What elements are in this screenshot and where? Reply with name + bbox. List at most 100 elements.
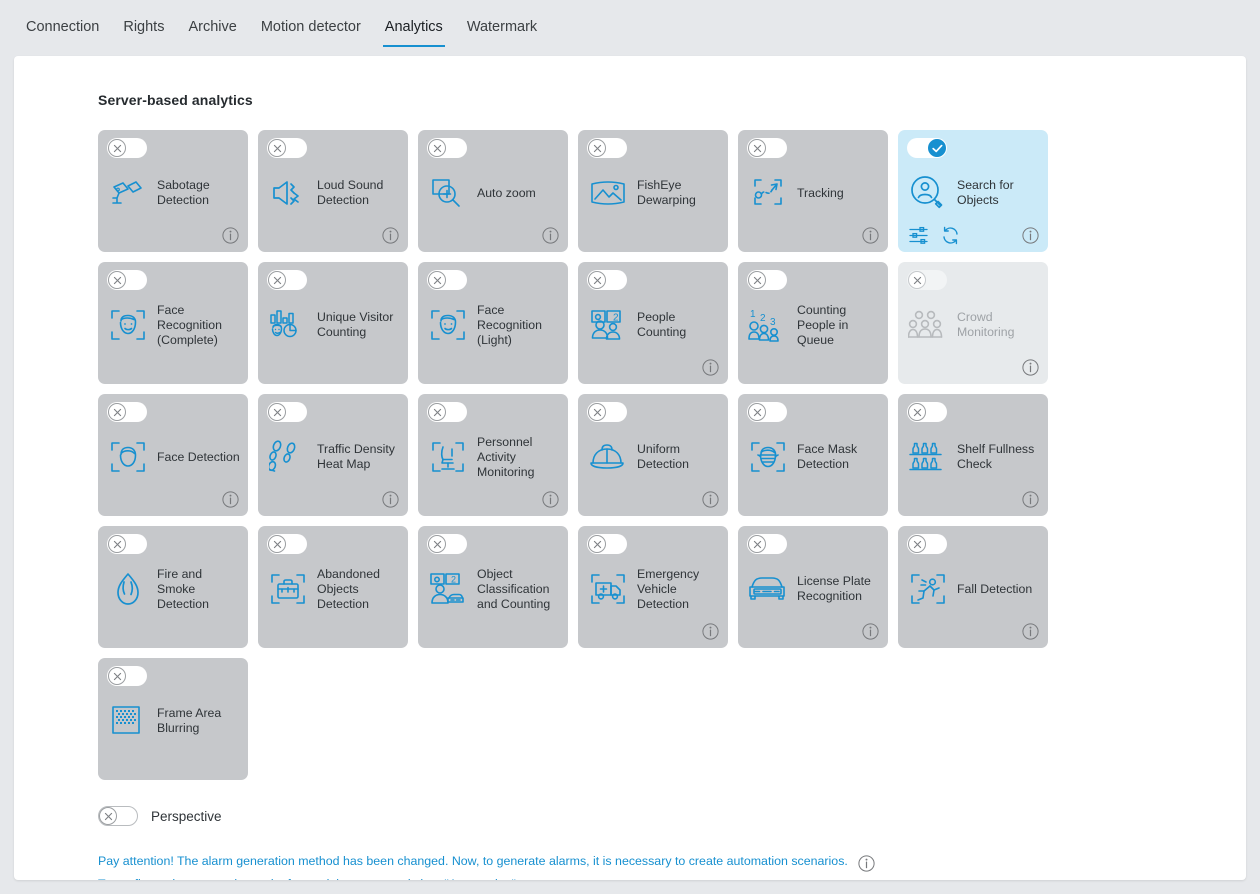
card-body: Unique Visitor Counting: [268, 300, 400, 350]
analytics-card[interactable]: Face Detection: [98, 394, 248, 516]
enable-toggle: [907, 270, 947, 290]
search-person-icon: [908, 173, 948, 213]
enable-toggle[interactable]: [267, 270, 307, 290]
info-icon[interactable]: [862, 227, 879, 244]
card-label: Counting People in Queue: [797, 302, 849, 347]
analytics-card[interactable]: Fall Detection: [898, 526, 1048, 648]
card-body: Personnel Activity Monitoring: [428, 432, 560, 482]
info-icon[interactable]: [702, 359, 719, 376]
notice-info-icon[interactable]: [858, 855, 875, 872]
enable-toggle[interactable]: [107, 534, 147, 554]
close-x-icon: [593, 144, 601, 152]
close-x-icon: [593, 276, 601, 284]
analytics-card[interactable]: Emergency Vehicle Detection: [578, 526, 728, 648]
enable-toggle[interactable]: [747, 138, 787, 158]
tab-rights[interactable]: Rights: [111, 0, 176, 56]
analytics-card[interactable]: Auto zoom: [418, 130, 568, 252]
enable-toggle[interactable]: [907, 534, 947, 554]
enable-toggle[interactable]: [427, 270, 467, 290]
info-icon[interactable]: [1022, 227, 1039, 244]
enable-toggle[interactable]: [267, 534, 307, 554]
toggle-knob: [928, 139, 946, 157]
info-icon[interactable]: [702, 491, 719, 508]
analytics-card[interactable]: Face Recognition (Complete): [98, 262, 248, 384]
refresh-sync-icon[interactable]: [941, 226, 960, 245]
info-icon[interactable]: [862, 623, 879, 640]
analytics-card[interactable]: Traffic Density Heat Map: [258, 394, 408, 516]
analytics-card[interactable]: Face Recognition (Light): [418, 262, 568, 384]
enable-toggle[interactable]: [747, 270, 787, 290]
queue-counting-icon: 1 2 3: [748, 305, 788, 345]
toggle-knob: [908, 403, 926, 421]
analytics-card[interactable]: License Plate Recognition: [738, 526, 888, 648]
info-icon[interactable]: [542, 227, 559, 244]
info-icon[interactable]: [702, 623, 719, 640]
enable-toggle[interactable]: [747, 402, 787, 422]
enable-toggle[interactable]: [587, 402, 627, 422]
analytics-card[interactable]: 1 2 3 Counting People in Queue: [738, 262, 888, 384]
info-icon[interactable]: [1022, 623, 1039, 640]
tab-motion-detector[interactable]: Motion detector: [249, 0, 373, 56]
enable-toggle[interactable]: [907, 402, 947, 422]
info-icon[interactable]: [1022, 491, 1039, 508]
analytics-card[interactable]: Search for Objects: [898, 130, 1048, 252]
analytics-card[interactable]: Shelf Fullness Check: [898, 394, 1048, 516]
analytics-card[interactable]: Loud Sound Detection: [258, 130, 408, 252]
card-body: Crowd Monitoring: [908, 300, 1040, 350]
analytics-card[interactable]: FishEye Dewarping: [578, 130, 728, 252]
analytics-card[interactable]: Tracking: [738, 130, 888, 252]
enable-toggle[interactable]: [427, 138, 467, 158]
info-icon[interactable]: [222, 227, 239, 244]
analytics-card[interactable]: 2 Object Classification and Counting: [418, 526, 568, 648]
info-icon[interactable]: [1022, 359, 1039, 376]
enable-toggle[interactable]: [107, 402, 147, 422]
tab-analytics[interactable]: Analytics: [373, 0, 455, 56]
analytics-card[interactable]: Unique Visitor Counting: [258, 262, 408, 384]
tab-bar: Connection Rights Archive Motion detector An…: [0, 0, 1260, 56]
analytics-card[interactable]: Fire and Smoke Detection: [98, 526, 248, 648]
card-body: Emergency Vehicle Detection: [588, 564, 720, 614]
tab-watermark[interactable]: Watermark: [455, 0, 549, 56]
analytics-card[interactable]: Abandoned Objects Detection: [258, 526, 408, 648]
analytics-card[interactable]: Face Mask Detection: [738, 394, 888, 516]
enable-toggle[interactable]: [587, 138, 627, 158]
close-x-icon: [753, 276, 761, 284]
card-label: Unique Visitor Counting: [317, 310, 394, 339]
enable-toggle[interactable]: [427, 534, 467, 554]
analytics-card[interactable]: 2 People Counting: [578, 262, 728, 384]
card-body: Frame Area Blurring: [108, 696, 240, 746]
enable-toggle[interactable]: [267, 138, 307, 158]
toggle-knob: [108, 271, 126, 289]
analytics-card[interactable]: Sabotage Detection: [98, 130, 248, 252]
page-title: Server-based analytics: [98, 92, 253, 108]
analytics-card[interactable]: Uniform Detection: [578, 394, 728, 516]
enable-toggle[interactable]: [427, 402, 467, 422]
perspective-toggle[interactable]: [98, 806, 138, 826]
card-label: Personnel Activity Monitoring: [477, 434, 535, 479]
svg-text:1: 1: [750, 309, 756, 320]
enable-toggle[interactable]: [587, 270, 627, 290]
enable-toggle[interactable]: [107, 270, 147, 290]
enable-toggle[interactable]: [907, 138, 947, 158]
toggle-knob: [428, 139, 446, 157]
card-label: Face Detection: [157, 449, 240, 464]
tab-connection[interactable]: Connection: [14, 0, 111, 56]
notice-block: Pay attention! The alarm generation meth…: [98, 854, 1246, 880]
toggle-knob: [588, 535, 606, 553]
enable-toggle[interactable]: [747, 534, 787, 554]
toggle-knob: [268, 403, 286, 421]
info-icon[interactable]: [382, 491, 399, 508]
close-x-icon: [273, 408, 281, 416]
info-icon[interactable]: [542, 491, 559, 508]
info-icon[interactable]: [222, 491, 239, 508]
analytics-card[interactable]: Frame Area Blurring: [98, 658, 248, 780]
tab-archive[interactable]: Archive: [176, 0, 248, 56]
enable-toggle[interactable]: [107, 666, 147, 686]
analytics-card[interactable]: Crowd Monitoring: [898, 262, 1048, 384]
enable-toggle[interactable]: [587, 534, 627, 554]
enable-toggle[interactable]: [267, 402, 307, 422]
analytics-card[interactable]: Personnel Activity Monitoring: [418, 394, 568, 516]
settings-sliders-icon[interactable]: [909, 226, 928, 245]
info-icon[interactable]: [382, 227, 399, 244]
enable-toggle[interactable]: [107, 138, 147, 158]
